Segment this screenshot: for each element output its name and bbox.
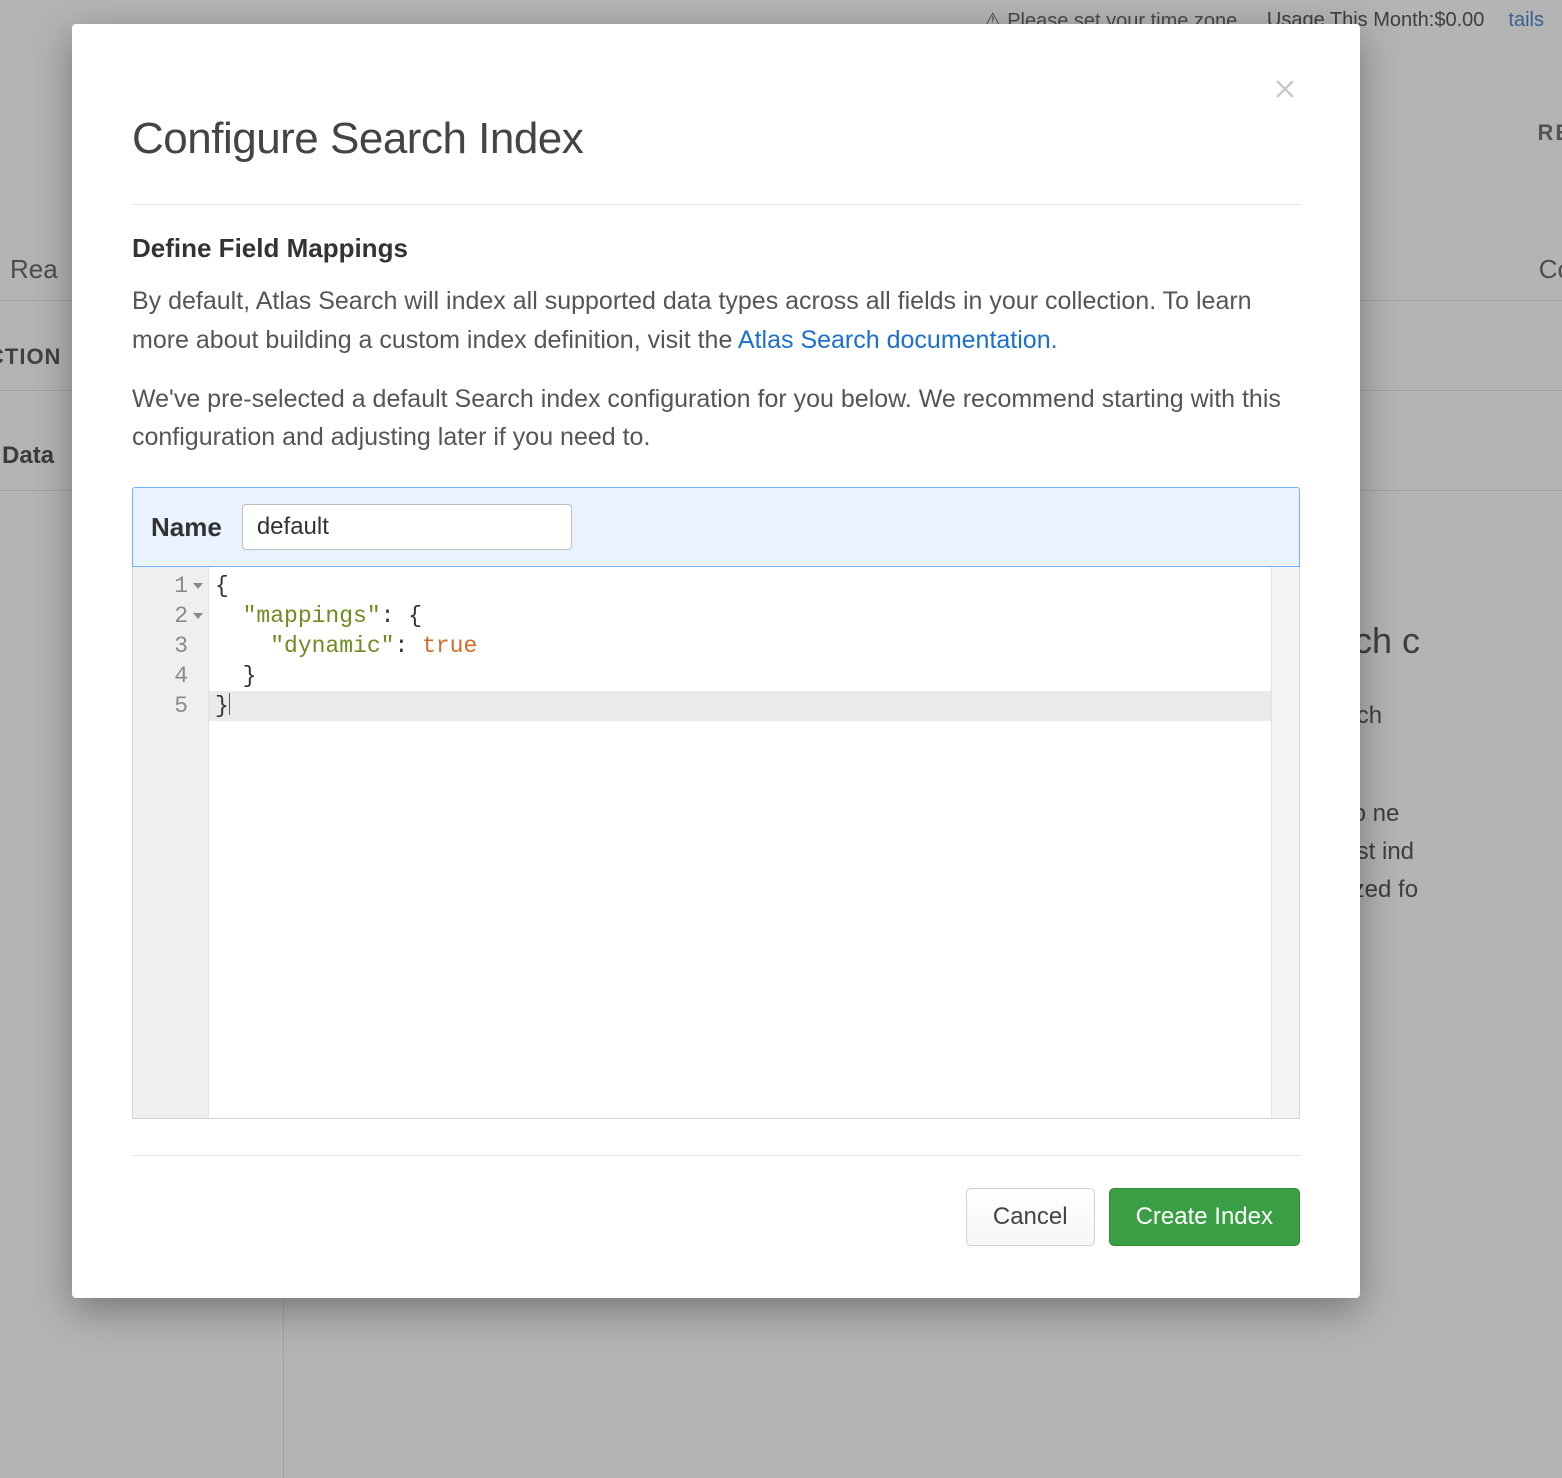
divider xyxy=(132,1155,1300,1156)
editor-cursor xyxy=(229,693,230,715)
code-line: "dynamic": true xyxy=(209,631,1299,661)
close-icon xyxy=(1274,78,1296,100)
create-index-button[interactable]: Create Index xyxy=(1109,1188,1300,1246)
code-line: { xyxy=(209,571,1299,601)
section-title: Define Field Mappings xyxy=(132,233,1300,264)
index-name-input[interactable] xyxy=(242,504,572,550)
json-editor[interactable]: 1 2 3 4 5 { "mappings": { "dynamic": tru… xyxy=(132,567,1300,1119)
code-line: } xyxy=(209,661,1299,691)
editor-gutter: 1 2 3 4 5 xyxy=(133,567,209,1118)
editor-code[interactable]: { "mappings": { "dynamic": true } } xyxy=(209,567,1299,1118)
code-line: "mappings": { xyxy=(209,601,1299,631)
description-paragraph-2: We've pre-selected a default Search inde… xyxy=(132,380,1300,458)
name-bar: Name xyxy=(132,487,1300,567)
gutter-line: 5 xyxy=(133,691,208,721)
close-button[interactable] xyxy=(1270,74,1300,104)
gutter-line: 3 xyxy=(133,631,208,661)
description-paragraph-1: By default, Atlas Search will index all … xyxy=(132,282,1300,360)
configure-search-index-modal: Configure Search Index Define Field Mapp… xyxy=(72,24,1360,1298)
modal-title: Configure Search Index xyxy=(132,24,1300,204)
code-line-active: } xyxy=(209,691,1299,721)
name-label: Name xyxy=(151,512,222,543)
divider xyxy=(132,204,1300,205)
editor-scroll-strip xyxy=(1271,567,1299,1118)
cancel-button[interactable]: Cancel xyxy=(966,1188,1095,1246)
modal-footer: Cancel Create Index xyxy=(132,1188,1300,1246)
documentation-link[interactable]: Atlas Search documentation. xyxy=(738,326,1058,354)
gutter-line: 4 xyxy=(133,661,208,691)
gutter-line: 1 xyxy=(133,571,208,601)
gutter-line: 2 xyxy=(133,601,208,631)
description-text: By default, Atlas Search will index all … xyxy=(132,287,1252,354)
